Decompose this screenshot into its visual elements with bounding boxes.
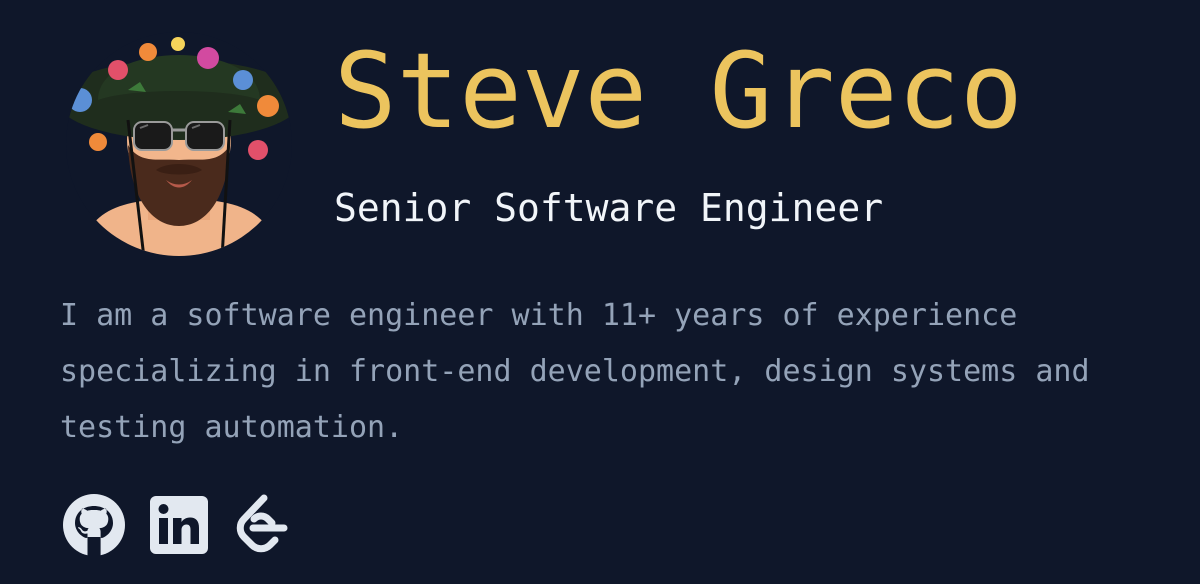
github-link[interactable] (60, 494, 128, 556)
profile-name: Steve Greco (334, 30, 1023, 152)
linkedin-link[interactable] (150, 494, 208, 556)
linkedin-icon (150, 496, 208, 554)
avatar-illustration (66, 32, 292, 256)
leetcode-icon (236, 494, 288, 553)
github-icon (63, 494, 125, 556)
leetcode-link[interactable] (230, 494, 292, 556)
profile-title: Senior Software Engineer (334, 186, 884, 230)
social-links (60, 494, 292, 556)
profile-bio: I am a software engineer with 11+ years … (60, 298, 1090, 445)
avatar (58, 30, 300, 258)
